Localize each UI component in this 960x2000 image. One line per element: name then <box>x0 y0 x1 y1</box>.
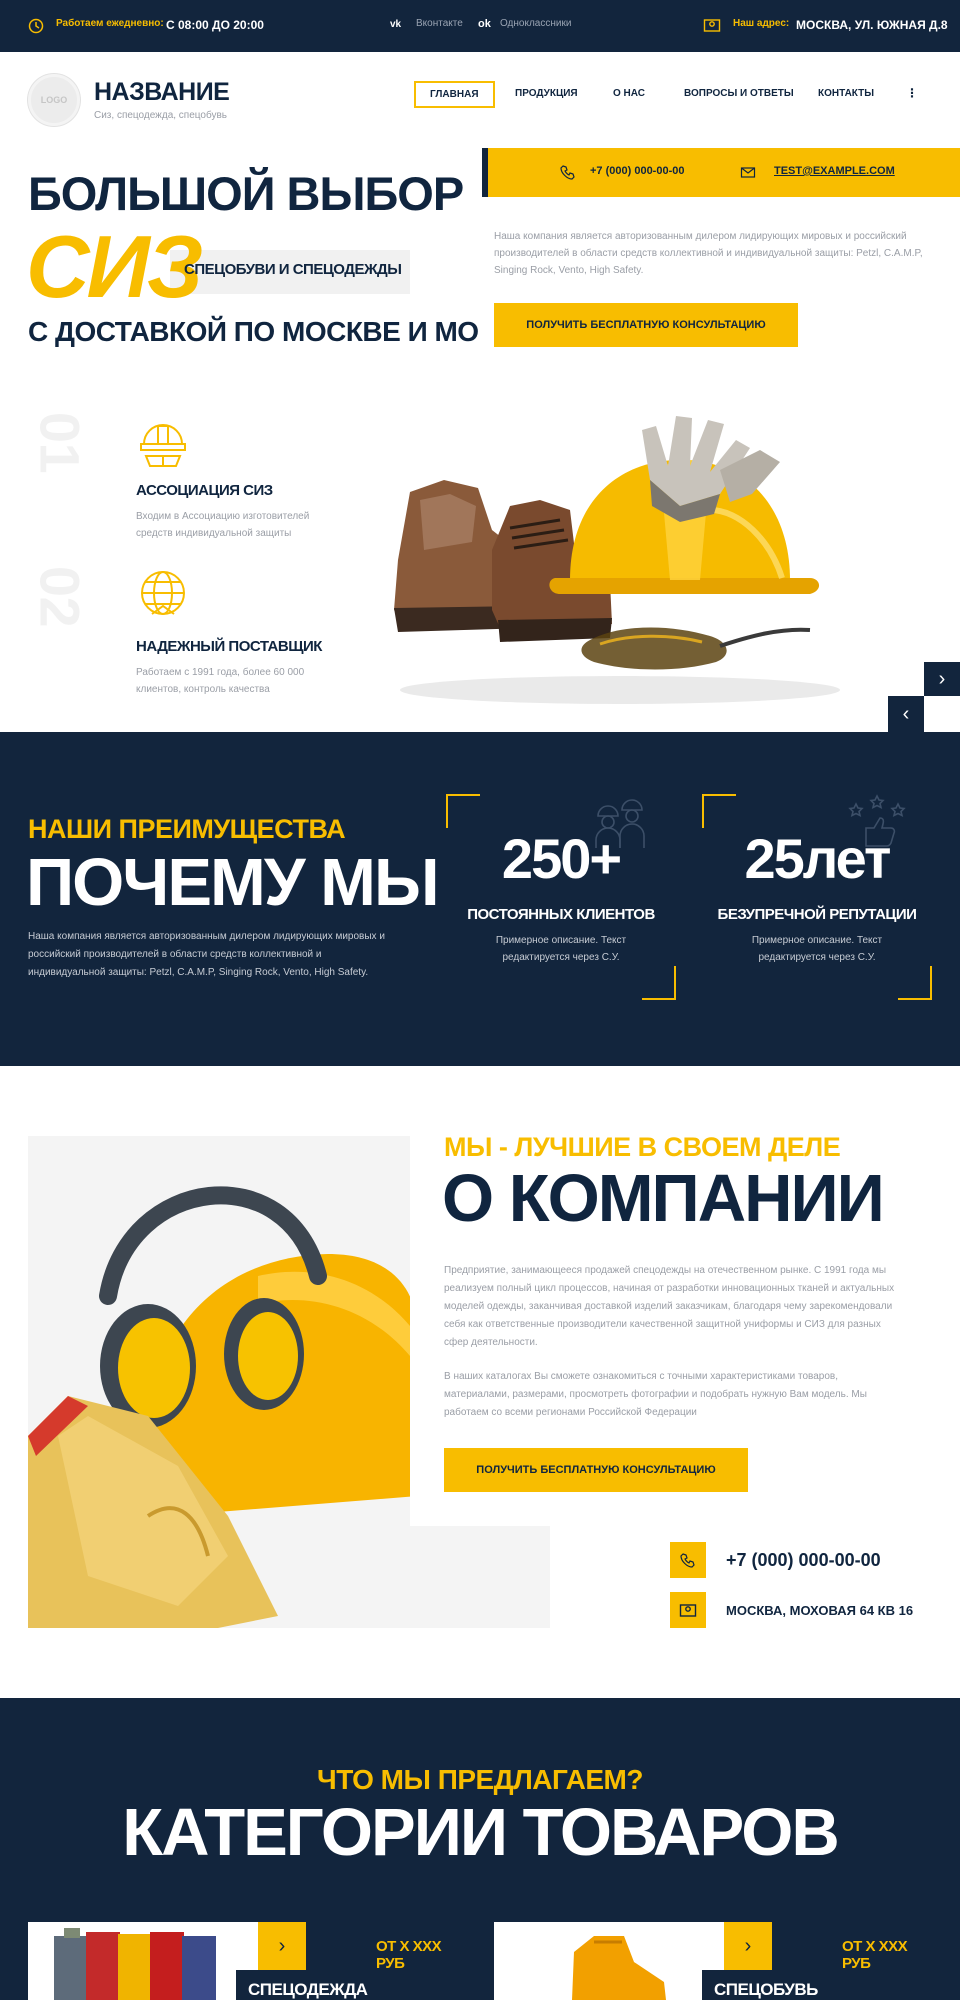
slider-prev-button[interactable]: ‹ <box>888 696 924 732</box>
hero-tag: СПЕЦОБУВИ И СПЕЦОДЕЖДЫ <box>184 261 402 278</box>
categories-section: ЧТО МЫ ПРЕДЛАГАЕМ? КАТЕГОРИИ ТОВАРОВ › О… <box>0 1698 960 2000</box>
stat-card-1: 250+ ПОСТОЯННЫХ КЛИЕНТОВ Примерное описа… <box>446 794 676 1000</box>
category-name-2: СПЕЦОБУВЬ <box>714 1980 818 1999</box>
about-address-icon-box <box>670 1592 706 1628</box>
why-section: НАШИ ПРЕИМУЩЕСТВА ПОЧЕМУ МЫ Наша компани… <box>0 732 960 1066</box>
clock-icon <box>28 18 44 34</box>
more-menu-icon[interactable]: ⋮ <box>906 86 918 100</box>
about-kicker: МЫ - ЛУЧШИЕ В СВОЕМ ДЕЛЕ <box>444 1132 841 1162</box>
address-value: МОСКВА, УЛ. ЮЖНАЯ Д.8 <box>796 18 948 32</box>
hero-phone[interactable]: +7 (000) 000-00-00 <box>590 165 684 177</box>
about-phone[interactable]: +7 (000) 000-00-00 <box>726 1550 881 1571</box>
why-kicker: НАШИ ПРЕИМУЩЕСТВА <box>28 814 346 844</box>
feature-text-2: Работаем с 1991 года, более 60 000 клиен… <box>136 667 305 695</box>
feature-number-1: 01 <box>28 411 92 474</box>
category-price-2: ОТ Х ХХХ РУБ <box>842 1938 908 1972</box>
phone-icon <box>560 164 576 180</box>
about-paragraph-2: В наших каталогах Вы сможете ознакомитьс… <box>444 1371 867 1418</box>
category-arrow-button-2[interactable]: › <box>724 1922 772 1970</box>
slider-next-button[interactable]: › <box>924 662 960 696</box>
social-link-vk[interactable]: Вконтакте <box>416 18 463 29</box>
feature-number-2: 02 <box>28 565 92 628</box>
header: LOGO НАЗВАНИЕ Сиз, спецодежда, спецобувь… <box>0 52 960 148</box>
stat-title-2: БЕЗУПРЕЧНОЙ РЕПУТАЦИИ <box>717 906 917 923</box>
why-text: Наша компания является авторизованным ди… <box>28 931 385 978</box>
category-price-1: ОТ Х ХХХ РУБ <box>376 1938 442 1972</box>
hero-product-image <box>380 410 860 710</box>
globe-handshake-icon <box>138 568 188 622</box>
corner-decoration <box>642 966 676 1000</box>
map-icon <box>679 1602 697 1618</box>
address-label: Наш адрес: <box>733 18 790 29</box>
about-image <box>28 1136 410 1628</box>
social-link-ok[interactable]: Одноклассники <box>500 18 571 29</box>
corner-decoration <box>446 794 480 828</box>
hero-line3: С ДОСТАВКОЙ ПО МОСКВЕ И МО <box>28 316 479 347</box>
about-title: О КОМПАНИИ <box>442 1161 885 1236</box>
hero-line1: БОЛЬШОЙ ВЫБОР <box>28 167 464 220</box>
about-section: МЫ - ЛУЧШИЕ В СВОЕМ ДЕЛЕ О КОМПАНИИ Пред… <box>0 1066 960 1698</box>
phone-icon <box>680 1552 696 1568</box>
logo[interactable]: LOGO <box>28 74 80 126</box>
hero-text: Наша компания является авторизованным ди… <box>494 231 923 276</box>
site-title[interactable]: НАЗВАНИЕ <box>94 78 230 107</box>
logo-text: LOGO <box>40 95 68 105</box>
about-address: МОСКВА, МОХОВАЯ 64 КВ 16 <box>726 1603 914 1618</box>
categories-title: КАТЕГОРИИ ТОВАРОВ <box>122 1795 840 1870</box>
category-card-footwear[interactable]: › ОТ Х ХХХ РУБ СПЕЦОБУВЬ <box>494 1922 934 2000</box>
category-arrow-button-1[interactable]: › <box>258 1922 306 1970</box>
why-title: ПОЧЕМУ МЫ <box>26 845 440 920</box>
about-consult-button[interactable]: ПОЛУЧИТЬ БЕСПЛАТНУЮ КОНСУЛЬТАЦИЮ <box>444 1448 748 1492</box>
vk-icon[interactable]: vk <box>390 19 401 30</box>
category-name-1: СПЕЦОДЕЖДА <box>248 1980 368 1999</box>
category-name-box-2: СПЕЦОБУВЬ <box>702 1970 934 2000</box>
stat-value-1: 250+ <box>501 827 622 890</box>
nav-products[interactable]: ПРОДУКЦИЯ <box>515 88 578 99</box>
hours-label: Работаем ежедневно: <box>56 18 164 29</box>
corner-decoration <box>898 966 932 1000</box>
corner-decoration <box>702 794 736 828</box>
feature-text-1: Входим в Ассоциацию изготовителей средст… <box>136 511 310 539</box>
about-paragraph-1: Предприятие, занимающееся продажей спецо… <box>444 1265 895 1348</box>
nav-faq[interactable]: ВОПРОСЫ И ОТВЕТЫ <box>684 88 794 99</box>
category-name-box-1: СПЕЦОДЕЖДА <box>236 1970 468 2000</box>
nav-about[interactable]: О НАС <box>613 88 645 99</box>
stat-title-1: ПОСТОЯННЫХ КЛИЕНТОВ <box>467 906 655 923</box>
hero-big-text: СИЗ <box>26 217 203 316</box>
hours-value: С 08:00 ДО 20:00 <box>166 18 264 32</box>
hero: БОЛЬШОЙ ВЫБОР СИЗ СПЕЦОБУВИ И СПЕЦОДЕЖДЫ… <box>0 148 960 732</box>
nav-contacts[interactable]: КОНТАКТЫ <box>818 88 874 99</box>
categories-kicker: ЧТО МЫ ПРЕДЛАГАЕМ? <box>317 1764 643 1795</box>
stat-value-2: 25лет <box>744 827 892 890</box>
nav-home[interactable]: ГЛАВНАЯ <box>414 81 495 108</box>
email-icon <box>740 164 756 180</box>
top-bar: Работаем ежедневно: С 08:00 ДО 20:00 vk … <box>0 0 960 52</box>
stat-text-1: Примерное описание. Текст редактируется … <box>495 935 627 963</box>
hero-email[interactable]: TEST@EXAMPLE.COM <box>774 165 895 177</box>
about-phone-icon-box <box>670 1542 706 1578</box>
feature-title-1: АССОЦИАЦИЯ СИЗ <box>136 482 273 499</box>
stat-text-2: Примерное описание. Текст редактируется … <box>751 935 883 963</box>
helmet-icon <box>136 414 190 472</box>
map-icon <box>703 17 721 33</box>
feature-title-2: НАДЕЖНЫЙ ПОСТАВЩИК <box>136 638 322 655</box>
site-subtitle: Сиз, спецодежда, спецобувь <box>94 110 227 121</box>
hero-contact-strip: +7 (000) 000-00-00 TEST@EXAMPLE.COM <box>482 148 960 197</box>
ok-icon[interactable]: ok <box>478 18 491 30</box>
stat-card-2: 25лет БЕЗУПРЕЧНОЙ РЕПУТАЦИИ Примерное оп… <box>702 794 932 1000</box>
category-card-clothing[interactable]: › ОТ Х ХХХ РУБ СПЕЦОДЕЖДА <box>28 1922 468 2000</box>
hero-consult-button[interactable]: ПОЛУЧИТЬ БЕСПЛАТНУЮ КОНСУЛЬТАЦИЮ <box>494 303 798 347</box>
